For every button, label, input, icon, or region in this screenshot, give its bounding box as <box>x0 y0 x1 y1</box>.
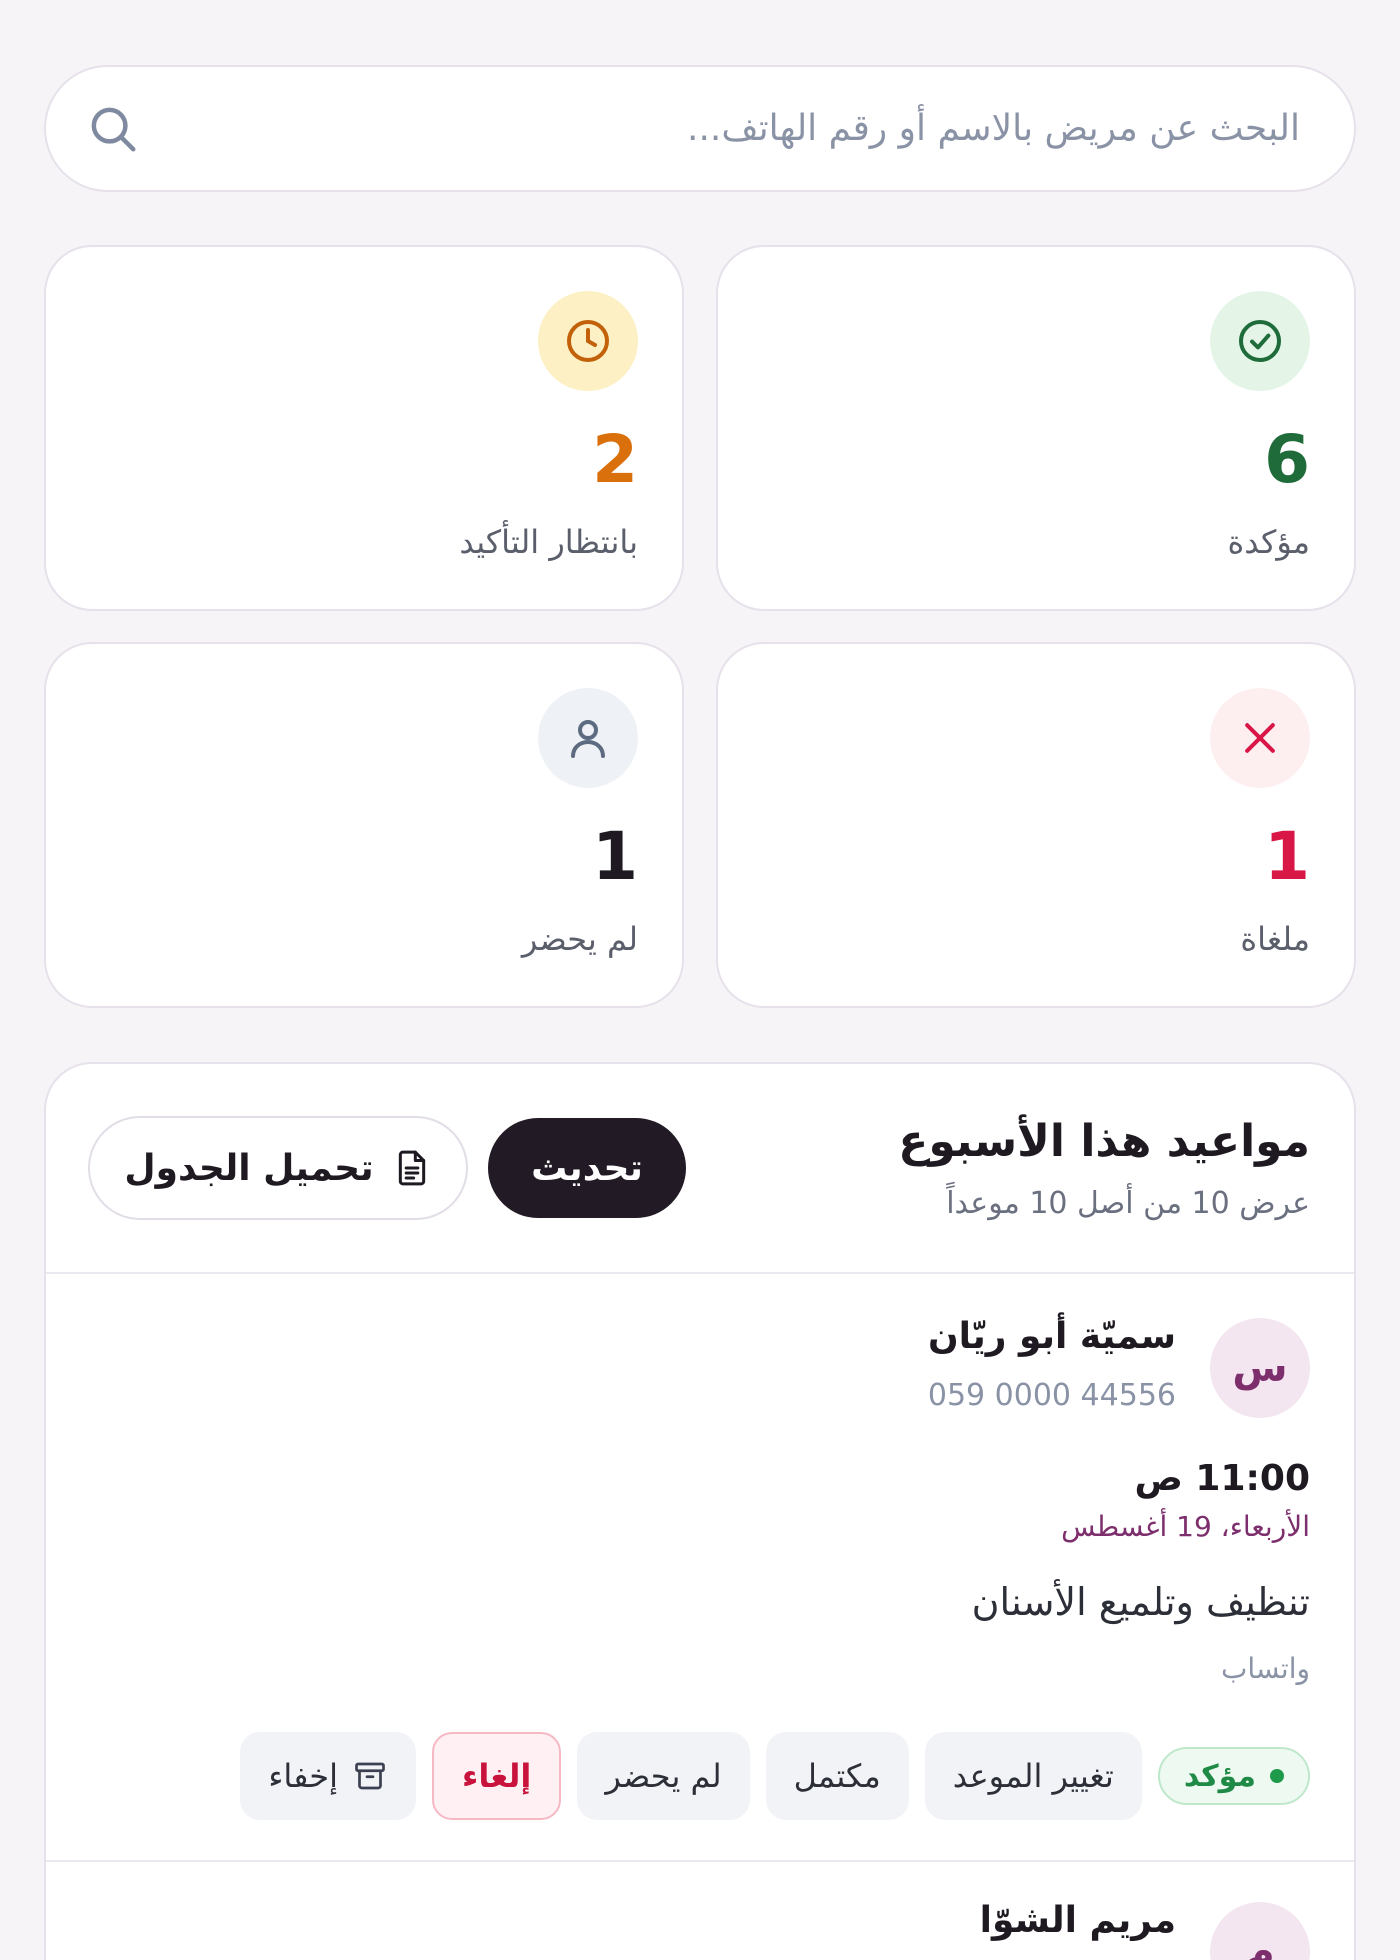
pending-count: 2 <box>592 421 638 498</box>
patient-name: مريم الشوّا <box>979 1900 1176 1941</box>
panel-subtitle: عرض 10 من أصل 10 موعداً <box>946 1186 1310 1221</box>
no-show-label: لم يحضر <box>521 920 638 958</box>
stat-card-no-show[interactable]: 1 لم يحضر <box>44 642 684 1008</box>
search-icon <box>91 107 136 151</box>
refresh-button[interactable]: تحديث <box>488 1118 686 1218</box>
status-label: مؤكد <box>1183 1758 1256 1794</box>
no-show-button[interactable]: لم يحضر <box>577 1732 750 1820</box>
status-dot-icon <box>1270 1769 1284 1783</box>
avatar: س <box>1210 1318 1310 1418</box>
confirmed-label: مؤكدة <box>1227 523 1310 561</box>
appointment-time: 11:00 ص <box>1134 1458 1310 1499</box>
search-input[interactable]: البحث عن مريض بالاسم أو رقم الهاتف... <box>140 108 1300 149</box>
patient-phone: 059 0000 44556 <box>927 1378 1176 1413</box>
avatar: م <box>1210 1902 1310 1960</box>
cancelled-label: ملغاة <box>1240 920 1310 958</box>
download-schedule-label: تحميل الجدول <box>124 1147 374 1189</box>
reschedule-button[interactable]: تغيير الموعد <box>924 1732 1142 1820</box>
user-icon <box>571 720 605 758</box>
appointment-source: واتساب <box>1221 1652 1310 1685</box>
confirmed-badge <box>1210 291 1310 391</box>
pending-badge <box>538 291 638 391</box>
stat-card-pending[interactable]: 2 بانتظار التأكيد <box>44 245 684 611</box>
no-show-count: 1 <box>592 818 638 895</box>
appointment-item: س سميّة أبو ريّان 059 0000 44556 11:00 ص… <box>46 1274 1354 1920</box>
stat-card-confirmed[interactable]: 6 مؤكدة <box>716 245 1356 611</box>
check-circle-icon <box>1239 320 1281 362</box>
download-schedule-button[interactable]: تحميل الجدول <box>88 1116 468 1220</box>
clock-icon <box>567 320 609 362</box>
pending-label: بانتظار التأكيد <box>459 523 638 561</box>
appointment-service: تنظيف وتلميع الأسنان <box>971 1580 1310 1624</box>
status-badge: مؤكد <box>1157 1747 1310 1805</box>
document-icon <box>398 1150 425 1186</box>
appointments-panel: مواعيد هذا الأسبوع عرض 10 من أصل 10 موعد… <box>44 1062 1356 1960</box>
search-bar[interactable]: البحث عن مريض بالاسم أو رقم الهاتف... <box>44 65 1356 192</box>
cancelled-count: 1 <box>1264 818 1310 895</box>
appointment-item: م مريم الشوّا <box>46 1862 1354 1960</box>
panel-header: مواعيد هذا الأسبوع عرض 10 من أصل 10 موعد… <box>46 1064 1354 1274</box>
confirmed-count: 6 <box>1264 421 1310 498</box>
appointment-actions: مؤكد تغيير الموعد مكتمل لم يحضر إلغاء إخ… <box>240 1732 1310 1820</box>
cancelled-badge <box>1210 688 1310 788</box>
hide-label: إخفاء <box>268 1757 338 1795</box>
no-show-badge <box>538 688 638 788</box>
complete-button[interactable]: مكتمل <box>765 1732 909 1820</box>
panel-title: مواعيد هذا الأسبوع <box>898 1116 1310 1167</box>
cancel-button[interactable]: إلغاء <box>431 1732 562 1820</box>
x-icon <box>1245 723 1275 753</box>
stat-card-cancelled[interactable]: 1 ملغاة <box>716 642 1356 1008</box>
hide-button[interactable]: إخفاء <box>240 1732 416 1820</box>
appointment-date: الأربعاء، 19 أغسطس <box>1061 1510 1310 1543</box>
patient-name: سميّة أبو ريّان <box>927 1316 1176 1357</box>
archive-icon <box>355 1762 385 1790</box>
